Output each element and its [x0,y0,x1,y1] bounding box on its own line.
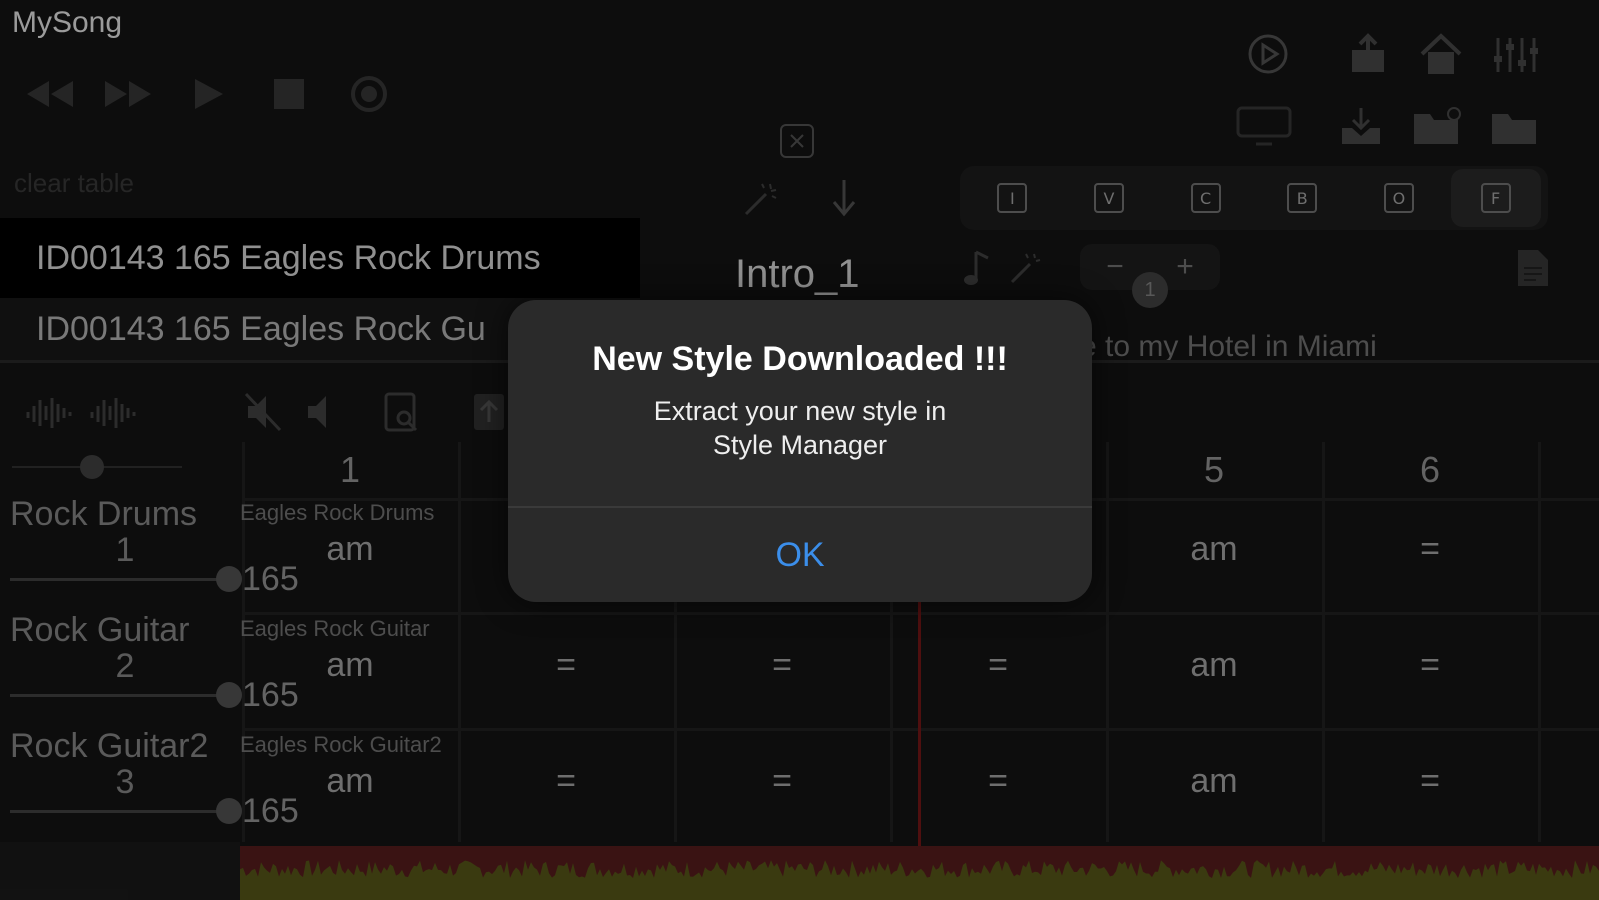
dialog-message: Extract your new style in Style Manager [568,394,1032,462]
ok-button[interactable]: OK [508,508,1092,602]
app-window: MySong clear table ID00143 165 Eagles Ro… [0,0,1599,900]
dialog-message-line: Extract your new style in [653,396,947,426]
dialog-message-line: Style Manager [712,430,888,460]
alert-dialog: New Style Downloaded !!! Extract your ne… [508,300,1092,602]
dialog-title: New Style Downloaded !!! [592,340,1008,378]
